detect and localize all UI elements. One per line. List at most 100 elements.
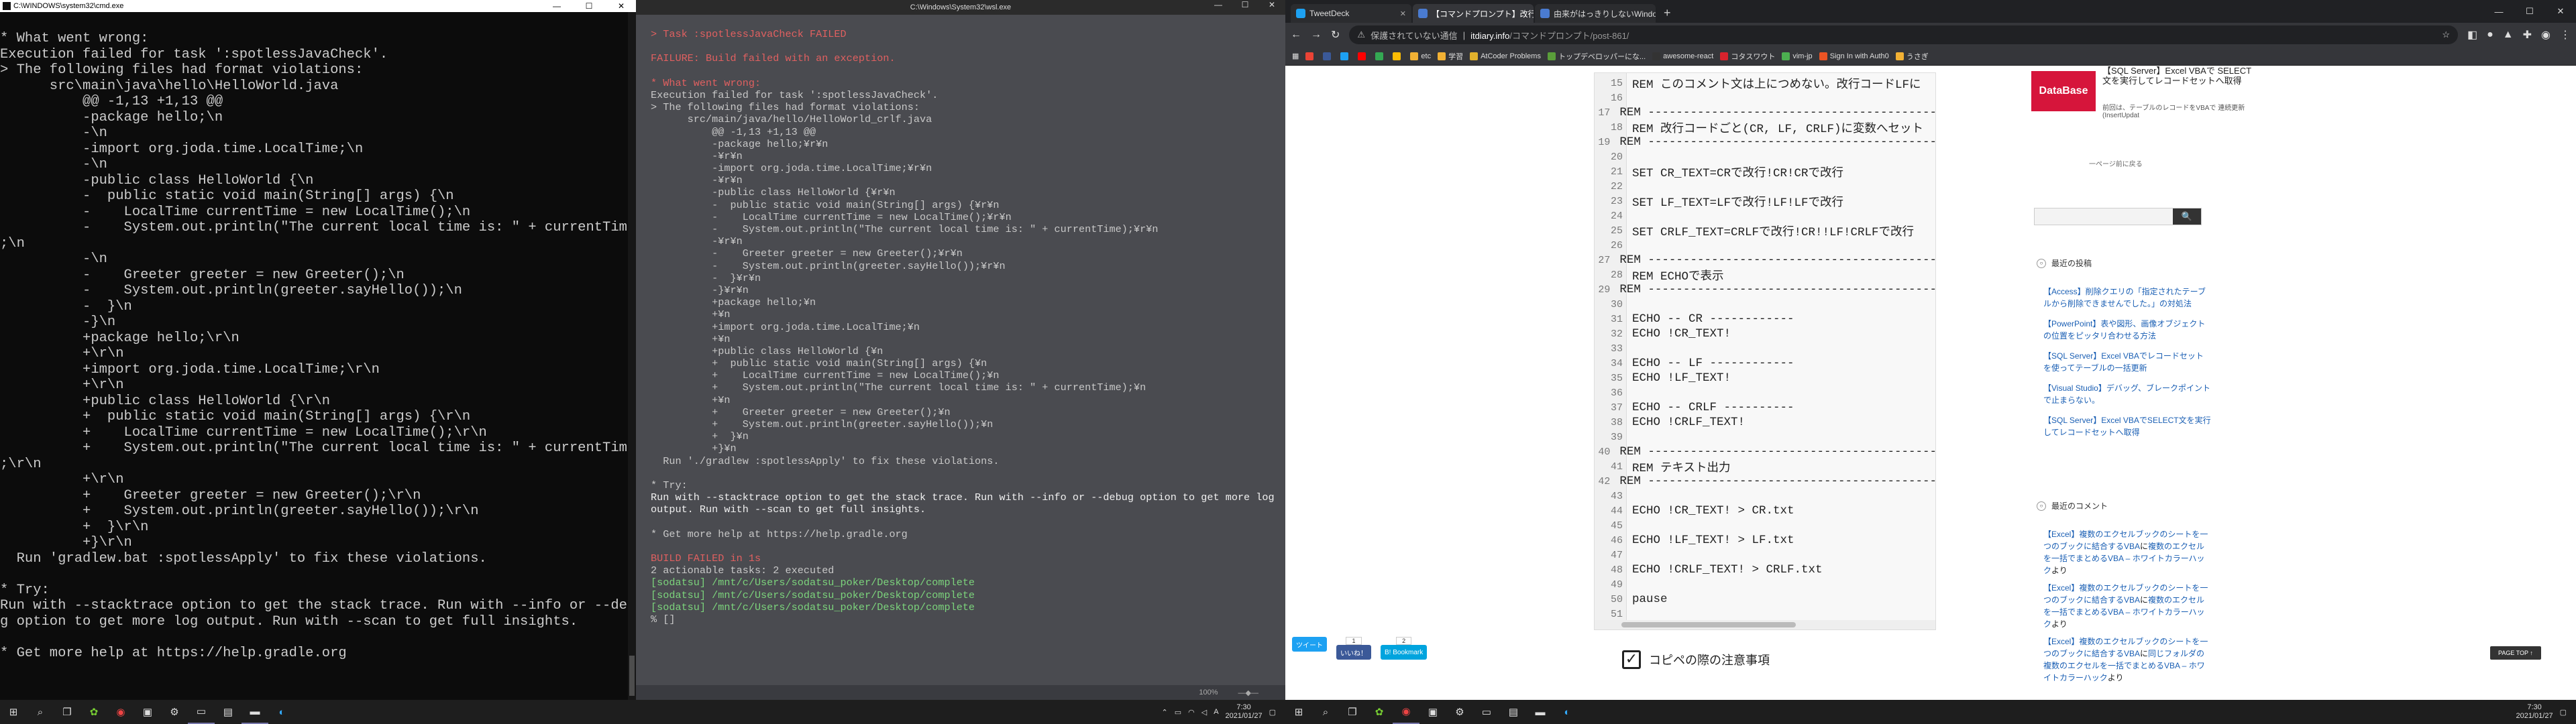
search-icon[interactable]: ⌕: [27, 700, 54, 724]
bookmark-item[interactable]: [1393, 52, 1403, 60]
app-icon[interactable]: ▤: [1500, 700, 1527, 724]
start-icon[interactable]: ⊞: [1285, 700, 1312, 724]
app-icon[interactable]: ▣: [134, 700, 161, 724]
app-icon[interactable]: ◐: [268, 700, 295, 724]
notification-icon[interactable]: ▢: [1269, 708, 1276, 717]
forward-icon[interactable]: →: [1311, 29, 1322, 41]
browser-tab[interactable]: TweetDeck ✕: [1291, 4, 1411, 23]
cmd-window[interactable]: C:\WINDOWS\system32\cmd.exe — ☐ ✕ * What…: [0, 0, 636, 700]
extension-icon[interactable]: ●: [2487, 29, 2493, 41]
warning-icon[interactable]: ⚠: [1357, 29, 1365, 40]
gear-icon[interactable]: ⚙: [161, 700, 188, 724]
bookmark-item[interactable]: etc: [1410, 52, 1431, 60]
recent-post-link[interactable]: 【SQL Server】Excel VBAでレコードセットを使ってテーブルの一括…: [2043, 350, 2211, 374]
minimize-button[interactable]: —: [2483, 7, 2514, 17]
browser-window[interactable]: TweetDeck✕【コマンドプロンプト】改行コードCR, LF✕由来がはっきり…: [1285, 0, 2576, 700]
ad-banner[interactable]: DataBase 【SQL Server】Excel VBAで SELECT文を…: [2031, 66, 2259, 119]
apps-icon[interactable]: ▦: [1292, 52, 1299, 60]
notification-icon[interactable]: ▢: [2560, 708, 2567, 717]
minimize-button[interactable]: —: [1205, 0, 1232, 9]
terminal-icon[interactable]: ▬: [241, 700, 268, 724]
bookmark-item[interactable]: awesome-react: [1652, 52, 1713, 60]
bookmark-item[interactable]: [1323, 52, 1334, 60]
security-label[interactable]: 保護されていない通信: [1371, 29, 1458, 42]
close-button[interactable]: ✕: [606, 1, 636, 11]
bookmark-item[interactable]: [1340, 52, 1351, 60]
gear-icon[interactable]: ⚙: [1446, 700, 1473, 724]
app-icon[interactable]: ◐: [1554, 700, 1580, 724]
line-number: 24: [1610, 210, 1623, 222]
clock[interactable]: 7:30 2021/01/27: [2516, 703, 2553, 721]
recent-post-link[interactable]: 【SQL Server】Excel VBAでSELECT文を実行してレコードセッ…: [2043, 414, 2211, 438]
chrome-icon[interactable]: ◉: [1393, 700, 1419, 724]
tweet-button[interactable]: ツイート: [1292, 637, 1327, 652]
app-icon[interactable]: ✿: [1366, 700, 1393, 724]
url-input[interactable]: ⚠ 保護されていない通信 | itdiary.info/コマンドプロンプト/po…: [1349, 25, 2458, 44]
search-button[interactable]: 🔍: [2173, 208, 2201, 225]
bookmark-item[interactable]: [1358, 52, 1368, 60]
network-icon[interactable]: ◠: [1188, 708, 1195, 717]
extension-icon[interactable]: ▲: [2503, 29, 2514, 41]
task-view-icon[interactable]: ❐: [1339, 700, 1366, 724]
puzzle-icon[interactable]: ✚: [2523, 28, 2532, 42]
back-icon[interactable]: ←: [1291, 29, 1301, 41]
volume-icon[interactable]: ◁: [1201, 708, 1207, 717]
bookmark-item[interactable]: 学習: [1438, 51, 1463, 62]
console-line: - Greeter greeter = new Greeter();\n: [0, 267, 405, 283]
bookmark-item[interactable]: [1375, 52, 1386, 60]
start-icon[interactable]: ⊞: [0, 700, 27, 724]
extension-icon[interactable]: ◧: [2467, 28, 2477, 42]
wsl-window[interactable]: C:\Windows\System32\wsl.exe — ☐ ✕ > Task…: [636, 0, 1285, 700]
code-horizontal-scrollbar[interactable]: [1595, 620, 1935, 629]
avatar[interactable]: ◉: [2541, 28, 2551, 42]
chrome-icon[interactable]: ◉: [107, 700, 134, 724]
terminal-icon[interactable]: ▭: [188, 700, 215, 724]
app-icon[interactable]: ▤: [215, 700, 241, 724]
terminal-icon[interactable]: ▬: [1527, 700, 1554, 724]
minimize-button[interactable]: —: [542, 1, 572, 11]
scrollbar-thumb[interactable]: [1621, 622, 1796, 627]
bookmark-item[interactable]: うさぎ: [1895, 51, 1929, 62]
bookmark-item[interactable]: AtCoder Problems: [1470, 52, 1541, 60]
reload-icon[interactable]: ↻: [1331, 28, 1340, 42]
like-button[interactable]: いいね！: [1336, 645, 1371, 660]
terminal-icon[interactable]: ▭: [1473, 700, 1500, 724]
close-button[interactable]: ✕: [2545, 6, 2576, 17]
star-icon[interactable]: ☆: [2442, 29, 2450, 40]
battery-icon[interactable]: ▭: [1175, 708, 1181, 717]
search-icon[interactable]: ⌕: [1312, 700, 1339, 724]
wsl-titlebar[interactable]: C:\Windows\System32\wsl.exe — ☐ ✕: [636, 0, 1285, 15]
ime-indicator[interactable]: A: [1214, 708, 1218, 716]
bookmark-item[interactable]: Sign In with Auth0: [1819, 52, 1889, 60]
maximize-button[interactable]: ☐: [1232, 0, 1258, 9]
back-page-link[interactable]: 一ページ前に戻る: [2089, 158, 2143, 168]
new-tab-button[interactable]: +: [1657, 6, 1678, 23]
slider-icon[interactable]: —◆—: [1238, 688, 1258, 697]
recent-post-link[interactable]: 【Visual Studio】デバッグ、ブレークポイントで止まらない。: [2043, 382, 2211, 406]
app-icon[interactable]: ✿: [80, 700, 107, 724]
hatena-bookmark-button[interactable]: B! Bookmark: [1381, 645, 1428, 660]
browser-tab[interactable]: 由来がはっきりしないWindowsの改行✕: [1535, 4, 1656, 23]
app-icon[interactable]: ▣: [1419, 700, 1446, 724]
cmd-scrollbar-thumb[interactable]: [629, 656, 635, 696]
maximize-button[interactable]: ☐: [574, 1, 604, 11]
clock[interactable]: 7:30 2021/01/27: [1226, 703, 1263, 721]
task-view-icon[interactable]: ❐: [54, 700, 80, 724]
bookmark-item[interactable]: vim-jp: [1782, 52, 1813, 60]
browser-tab[interactable]: 【コマンドプロンプト】改行コードCR, LF✕: [1413, 4, 1534, 23]
bookmark-item[interactable]: [1305, 52, 1316, 60]
ad-title[interactable]: 【SQL Server】Excel VBAで SELECT文を実行してレコードセ…: [2102, 66, 2257, 86]
cmd-titlebar[interactable]: C:\WINDOWS\system32\cmd.exe — ☐ ✕: [0, 0, 636, 12]
bookmark-item[interactable]: コタスワウト: [1720, 51, 1775, 62]
close-tab-icon[interactable]: ✕: [1400, 9, 1406, 18]
cmd-scrollbar[interactable]: [628, 12, 636, 700]
page-top-button[interactable]: PAGE TOP ↑: [2490, 646, 2541, 660]
search-input[interactable]: 🔍: [2034, 208, 2202, 225]
chevron-up-icon[interactable]: ⌃: [1161, 708, 1167, 717]
close-button[interactable]: ✕: [1258, 0, 1285, 9]
maximize-button[interactable]: ☐: [2514, 6, 2545, 17]
recent-post-link[interactable]: 【Access】削除クエリの「指定されたテーブルから削除できませんでした。」の対…: [2043, 286, 2211, 310]
bookmark-item[interactable]: トップデベロッパーにな...: [1547, 51, 1646, 62]
recent-post-link[interactable]: 【PowerPoint】表や図形、画像オブジェクトの位置をピッタリ合わせる方法: [2043, 318, 2211, 342]
menu-icon[interactable]: ⋮: [2560, 28, 2571, 42]
